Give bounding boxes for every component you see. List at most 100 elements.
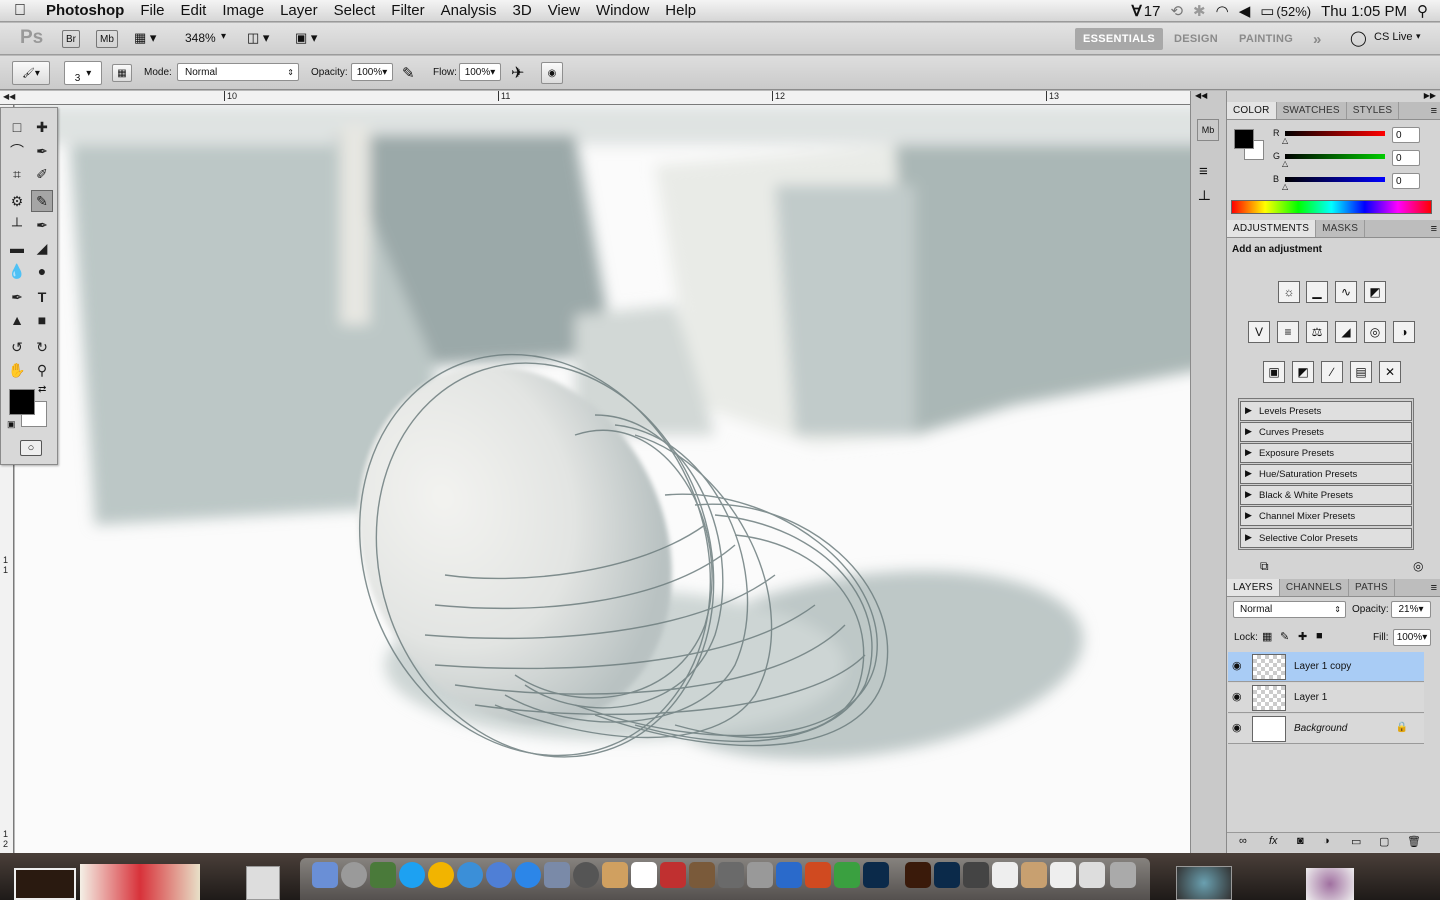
color-foreground-swatch[interactable]: [1234, 129, 1254, 149]
menu-edit[interactable]: Edit: [173, 2, 215, 19]
preset-exposure[interactable]: ▶ Exposure Presets: [1240, 443, 1412, 463]
slider-thumb-icon[interactable]: △: [1282, 159, 1288, 168]
pen-tool-icon[interactable]: ✒: [6, 286, 28, 308]
pressure-opacity-icon[interactable]: ✎: [402, 64, 415, 82]
spotlight-icon[interactable]: ⚲: [1417, 2, 1428, 20]
brush-size-picker[interactable]: 3 ▾: [64, 61, 102, 85]
cs-live-dropdown-icon[interactable]: ▾: [1416, 31, 1421, 42]
channel-r-slider[interactable]: [1285, 131, 1385, 136]
panel-menu-icon[interactable]: ≡: [1431, 220, 1440, 237]
zoom-level[interactable]: 348%: [185, 31, 216, 45]
pressure-size-icon[interactable]: ◉: [541, 62, 563, 84]
black-white-icon[interactable]: ◢: [1335, 321, 1357, 343]
panel-menu-icon[interactable]: ≡: [1431, 102, 1440, 119]
marquee-tool-icon[interactable]: □: [6, 116, 28, 138]
tab-styles[interactable]: STYLES: [1347, 102, 1400, 119]
lock-position-icon[interactable]: ✚: [1298, 630, 1307, 643]
eraser-tool-icon[interactable]: ▬: [6, 237, 28, 259]
spot-healing-tool-icon[interactable]: ⚙: [6, 190, 28, 212]
invert-icon[interactable]: ▣: [1263, 361, 1285, 383]
preset-channel-mixer[interactable]: ▶ Channel Mixer Presets: [1240, 506, 1412, 526]
menu-analysis[interactable]: Analysis: [433, 2, 505, 19]
menu-filter[interactable]: Filter: [383, 2, 432, 19]
iphoto-icon[interactable]: [689, 862, 715, 888]
swap-colors-icon[interactable]: ⇄: [38, 384, 46, 395]
move-tool-icon[interactable]: ✚: [31, 116, 53, 138]
tab-color[interactable]: COLOR: [1227, 102, 1277, 119]
menu-image[interactable]: Image: [214, 2, 272, 19]
photo-filter-icon[interactable]: ◎: [1364, 321, 1386, 343]
tool-app-icon[interactable]: [718, 862, 744, 888]
preset-selective-color[interactable]: ▶ Selective Color Presets: [1240, 528, 1412, 548]
photoshop-icon[interactable]: [934, 862, 960, 888]
apple-icon[interactable]: : [0, 2, 40, 20]
opacity-input[interactable]: 100% ▾: [351, 63, 393, 81]
system-preferences-icon[interactable]: [747, 862, 773, 888]
desktop-thumbnail[interactable]: [1306, 868, 1354, 900]
trash-icon[interactable]: [1110, 862, 1136, 888]
brush-tool-icon[interactable]: ✎: [31, 190, 53, 212]
address-book-icon[interactable]: [602, 862, 628, 888]
quick-selection-tool-icon[interactable]: ✒: [31, 140, 53, 162]
tool-preset-picker[interactable]: 🖌▾: [12, 61, 50, 85]
messenger-icon[interactable]: [834, 862, 860, 888]
downloads-icon[interactable]: [1079, 862, 1105, 888]
brush-panel-toggle-icon[interactable]: ▦: [112, 64, 132, 82]
menu-file[interactable]: File: [132, 2, 172, 19]
new-group-icon[interactable]: ▭: [1351, 835, 1361, 848]
levels-icon[interactable]: ▁: [1306, 281, 1328, 303]
selective-color-icon[interactable]: ✕: [1379, 361, 1401, 383]
hue-saturation-icon[interactable]: ≡: [1277, 321, 1299, 343]
foreground-color-swatch[interactable]: [9, 389, 35, 415]
adjustment-options-icon[interactable]: ◎: [1413, 559, 1423, 573]
wifi-icon[interactable]: ◠: [1216, 2, 1229, 20]
arrange-documents-button[interactable]: ◫ ▾: [247, 30, 269, 46]
lock-all-icon[interactable]: ■: [1316, 630, 1323, 642]
layer-opacity-input[interactable]: 21% ▾: [1391, 601, 1431, 618]
crop-tool-icon[interactable]: ⌗: [6, 163, 28, 185]
preset-curves[interactable]: ▶ Curves Presets: [1240, 422, 1412, 442]
app-icon[interactable]: [963, 862, 989, 888]
screen-mode-button[interactable]: ▣ ▾: [295, 30, 317, 46]
volume-icon[interactable]: ◀: [1239, 2, 1251, 20]
preset-black-white[interactable]: ▶ Black & White Presets: [1240, 485, 1412, 505]
launchpad-icon[interactable]: [341, 862, 367, 888]
desktop-thumbnail[interactable]: [1176, 866, 1232, 900]
channel-r-input[interactable]: 0: [1392, 127, 1420, 143]
expanded-view-icon[interactable]: ⧉: [1260, 559, 1269, 574]
tab-swatches[interactable]: SWATCHES: [1277, 102, 1347, 119]
workspace-design[interactable]: DESIGN: [1166, 28, 1226, 50]
photo-booth-icon[interactable]: [660, 862, 686, 888]
lasso-tool-icon[interactable]: ⌒: [6, 140, 28, 162]
visibility-eye-icon[interactable]: ◉: [1232, 690, 1246, 704]
lock-transparency-icon[interactable]: ▦: [1262, 630, 1272, 643]
menu-view[interactable]: View: [540, 2, 588, 19]
collapse-toolbar-icon[interactable]: ◀◀: [3, 92, 15, 101]
app-store-icon[interactable]: [515, 862, 541, 888]
mode-select[interactable]: Normal ⇕: [177, 63, 299, 81]
3d-rotate-tool-icon[interactable]: ↺: [6, 336, 28, 358]
channel-mixer-icon[interactable]: ◑: [1393, 321, 1415, 343]
more-workspaces-button[interactable]: »: [1305, 28, 1330, 50]
rectangle-tool-icon[interactable]: ■: [31, 309, 53, 331]
slider-thumb-icon[interactable]: △: [1282, 182, 1288, 191]
calendar-icon[interactable]: [631, 862, 657, 888]
bluetooth-icon[interactable]: ✱: [1193, 2, 1206, 20]
gradient-map-icon[interactable]: ▤: [1350, 361, 1372, 383]
paint-bucket-tool-icon[interactable]: ◢: [31, 237, 53, 259]
preset-levels[interactable]: ▶ Levels Presets: [1240, 401, 1412, 421]
clone-source-icon[interactable]: ┴: [1199, 191, 1210, 208]
workspace-painting[interactable]: PAINTING: [1231, 28, 1301, 50]
add-mask-icon[interactable]: ◙: [1297, 835, 1304, 847]
preset-hue-saturation[interactable]: ▶ Hue/Saturation Presets: [1240, 464, 1412, 484]
3d-orbit-tool-icon[interactable]: ↻: [31, 336, 53, 358]
type-tool-icon[interactable]: T: [31, 286, 53, 308]
itunes-icon[interactable]: [486, 862, 512, 888]
zoom-dropdown-icon[interactable]: ▾: [221, 31, 226, 42]
safari-icon[interactable]: [457, 862, 483, 888]
vlc-icon[interactable]: [428, 862, 454, 888]
link-layers-icon[interactable]: ∞: [1239, 835, 1247, 847]
layer-row-layer-1[interactable]: ◉ Layer 1: [1228, 683, 1424, 713]
cs-live-menu[interactable]: CS Live: [1374, 31, 1413, 43]
facetime-icon[interactable]: [573, 862, 599, 888]
